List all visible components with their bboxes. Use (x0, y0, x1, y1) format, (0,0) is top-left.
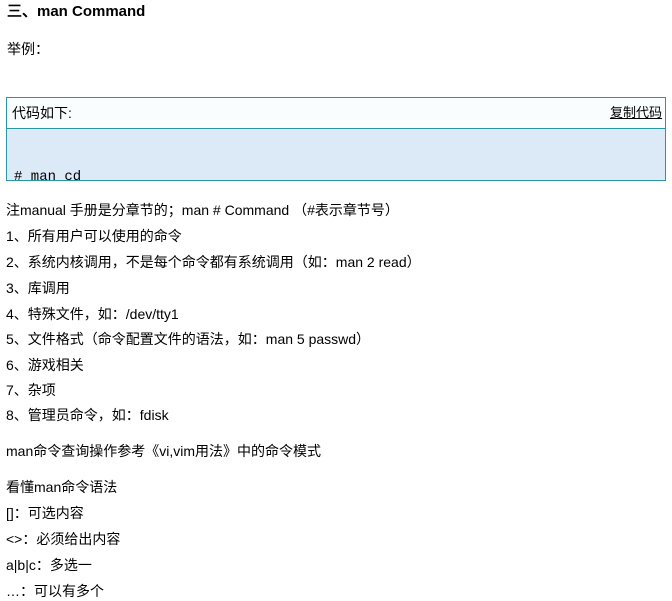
body-text-line: a|b|c：多选一 (6, 557, 92, 573)
body-text-line: 8、管理员命令，如：fdisk (6, 407, 169, 423)
body-text-line: 3、库调用 (6, 280, 70, 296)
page-root: 三、man Command 举例： 代码如下: 复制代码 # man cd 注m… (0, 0, 672, 599)
body-text-line: 6、游戏相关 (6, 357, 84, 373)
body-text-line: 看懂man命令语法 (6, 479, 118, 495)
body-text-line: …：可以有多个 (6, 583, 104, 599)
code-block-header: 代码如下: 复制代码 (7, 98, 665, 129)
code-block-body[interactable]: # man cd (7, 129, 665, 185)
code-line: # man cd (14, 169, 82, 185)
page-title: 三、man Command (7, 3, 146, 20)
body-text-line: 7、杂项 (6, 382, 56, 398)
body-text-line: <>：必须给出内容 (6, 531, 121, 547)
body-text-line: 1、所有用户可以使用的命令 (6, 228, 182, 244)
body-text-line: 4、特殊文件，如：/dev/tty1 (6, 306, 179, 322)
code-block: 代码如下: 复制代码 # man cd (6, 97, 666, 185)
copy-code-link[interactable]: 复制代码 (610, 103, 662, 123)
body-text-line: 5、文件格式（命令配置文件的语法，如：man 5 passwd） (6, 331, 371, 347)
body-text-line: 注manual 手册是分章节的；man # Command （#表示章节号） (6, 202, 399, 218)
body-text-line: 2、系统内核调用，不是每个命令都有系统调用（如：man 2 read） (6, 254, 421, 270)
body-text-line: []：可选内容 (6, 505, 84, 521)
intro-text: 举例： (7, 41, 49, 57)
body-text-line: man命令查询操作参考《vi,vim用法》中的命令模式 (6, 443, 322, 459)
code-block-header-label: 代码如下: (12, 105, 72, 121)
